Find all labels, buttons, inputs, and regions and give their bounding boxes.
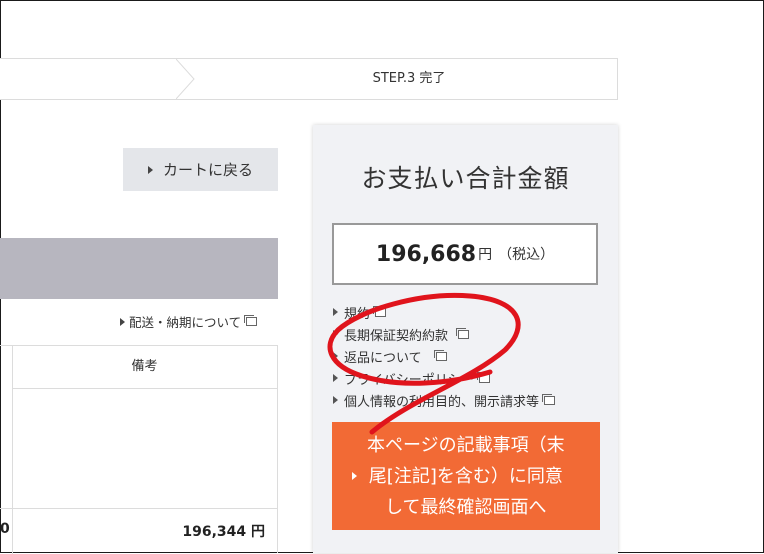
back-to-cart-button[interactable]: カートに戻る	[123, 148, 278, 191]
triangle-right-icon	[333, 330, 338, 338]
personal-info-link-label: 個人情報の利用目的、開示請求等	[344, 394, 540, 410]
returns-link[interactable]: 返品について	[333, 345, 555, 367]
triangle-right-icon	[333, 374, 338, 382]
delivery-info-label: 配送・納期について	[129, 315, 242, 330]
personal-info-link[interactable]: 個人情報の利用目的、開示請求等	[333, 389, 556, 411]
button-line-2: 尾[注記]を含む）に同意	[368, 465, 563, 487]
triangle-right-icon	[120, 317, 125, 326]
triangle-right-icon	[352, 472, 357, 480]
panel-title: お支払い合計金額	[361, 164, 570, 193]
table-header-remarks: 備考	[12, 346, 277, 389]
total-tax-note: （税込）	[498, 247, 555, 263]
table-row-divider	[0, 508, 277, 509]
total-amount-value: 196,668	[375, 241, 477, 267]
external-window-icon	[244, 315, 258, 326]
external-window-icon	[476, 371, 490, 383]
step-3-complete: STEP.3 完了	[372, 71, 446, 86]
triangle-right-icon	[333, 396, 338, 404]
extended-warranty-link[interactable]: 長期保証契約約款	[333, 323, 555, 345]
order-items-table: 備考 0 196,344 円	[0, 345, 278, 554]
total-yen-unit: 円	[478, 247, 493, 263]
payment-summary-panel: お支払い合計金額 196,668 円 （税込） 規約 長期保証契約約款 返品につ…	[313, 125, 618, 553]
external-window-icon	[456, 327, 470, 339]
table-row-price: 196,344 円	[182, 524, 265, 540]
policy-links: 規約 長期保証契約約款 返品について プライバシーポリシー 個人情報の利用目的、…	[333, 301, 556, 411]
terms-link[interactable]: 規約	[333, 301, 555, 323]
button-line-3: して最終確認画面へ	[385, 496, 547, 518]
external-window-icon	[433, 349, 447, 361]
total-amount-box: 196,668 円 （税込）	[332, 223, 598, 285]
back-to-cart-label: カートに戻る	[162, 161, 253, 179]
privacy-policy-link-label: プライバシーポリシー	[344, 372, 474, 388]
extended-warranty-link-label: 長期保証契約約款	[344, 328, 449, 344]
triangle-right-icon	[147, 165, 153, 174]
triangle-right-icon	[333, 308, 338, 316]
agree-and-proceed-label: 本ページの記載事項（末 尾[注記]を含む）に同意 して最終確認画面へ	[367, 430, 565, 523]
external-window-icon	[373, 305, 387, 317]
triangle-right-icon	[333, 352, 338, 360]
agree-and-proceed-button[interactable]: 本ページの記載事項（末 尾[注記]を含む）に同意 して最終確認画面へ	[332, 422, 600, 530]
privacy-policy-link[interactable]: プライバシーポリシー	[333, 367, 555, 389]
step-chevron-divider	[176, 59, 195, 99]
returns-link-label: 返品について	[344, 350, 422, 366]
checkout-step-bar: STEP.3 完了	[0, 58, 618, 100]
section-header-bar	[0, 238, 278, 299]
delivery-info-link[interactable]: 配送・納期について	[120, 312, 258, 331]
external-window-icon	[542, 393, 556, 405]
terms-link-label: 規約	[344, 306, 371, 322]
table-cell-clipped: 0	[0, 521, 10, 537]
button-line-1: 本ページの記載事項（末	[367, 434, 565, 456]
